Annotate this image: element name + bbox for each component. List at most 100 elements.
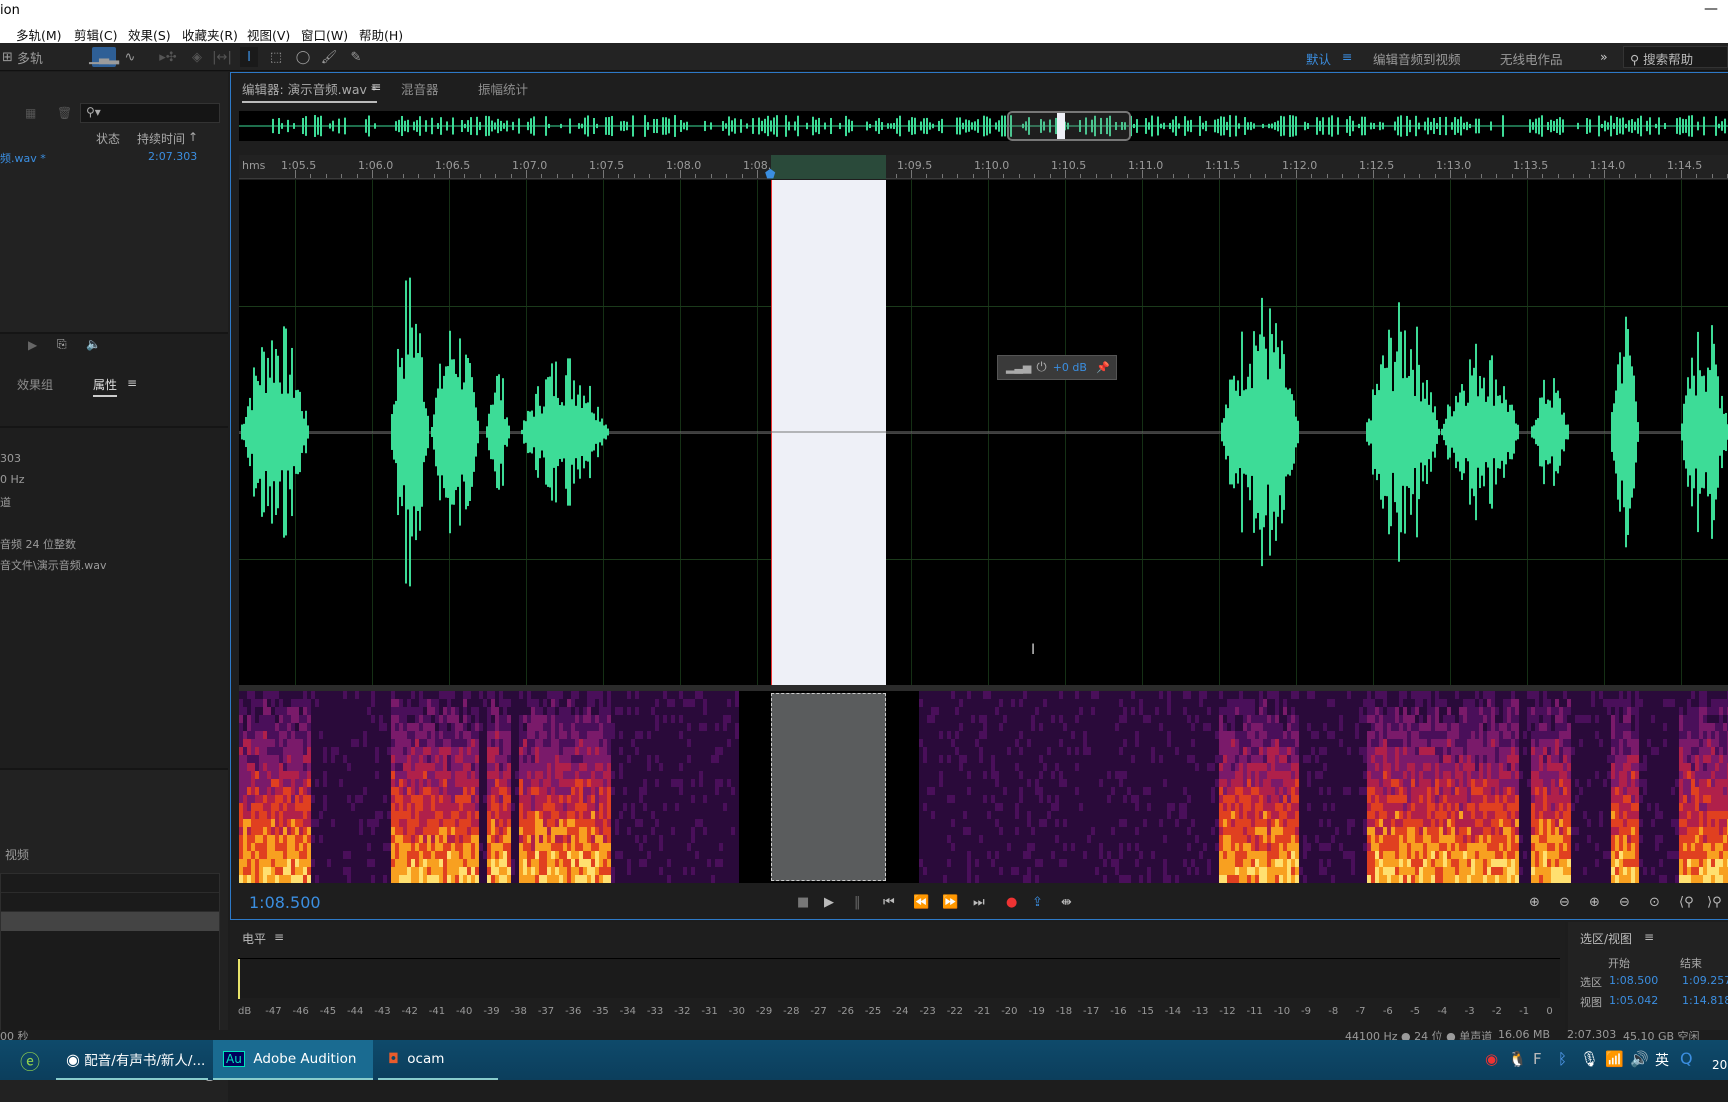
move-tool[interactable]: ▸✣	[157, 47, 179, 67]
export-icon[interactable]: ⎘	[57, 337, 67, 352]
spectrogram-cell	[651, 755, 655, 763]
spectrogram-cell	[315, 851, 319, 859]
menu-clip[interactable]: 剪辑(C)	[74, 25, 117, 44]
spectrogram-cell	[567, 739, 571, 747]
gain-knob-icon[interactable]: ⏻	[1036, 360, 1046, 375]
video-list-row[interactable]	[1, 874, 219, 893]
speaker-icon[interactable]: 🔈	[86, 337, 101, 351]
overview-viewport-handle[interactable]	[1008, 112, 1130, 140]
more-workspaces-button[interactable]: »	[1600, 49, 1608, 64]
time-ruler[interactable]: hms 1:05.51:06.01:06.51:07.01:07.51:08.0…	[239, 155, 1728, 179]
spectrogram-cell	[743, 763, 747, 771]
play-icon[interactable]: ▶	[28, 338, 37, 352]
lasso-tool[interactable]: ◯	[292, 47, 314, 67]
gain-hud[interactable]: ▂▃▅ ⏻ +0 dB 📌	[997, 355, 1117, 380]
spectrogram-cell	[287, 739, 291, 747]
gain-value[interactable]: +0 dB	[1053, 361, 1087, 374]
tab-effects-rack[interactable]: 效果组	[17, 376, 53, 393]
spectrogram-cell	[491, 739, 495, 747]
spectrogram-cell	[759, 715, 763, 723]
overview-sample	[722, 121, 724, 131]
razor-tool[interactable]: ◈	[186, 47, 208, 67]
overview-waveform[interactable]	[239, 111, 1728, 141]
tab-amplitude-statistics[interactable]: 振幅统计	[478, 79, 528, 98]
spectrogram-cell	[603, 827, 607, 835]
pin-icon[interactable]: 📌	[1096, 361, 1110, 374]
spectrogram-cell	[675, 795, 679, 803]
ruler-selection-range[interactable]	[771, 155, 886, 179]
spectrogram-cell	[395, 731, 399, 739]
menu-effects[interactable]: 效果(S)	[128, 25, 171, 44]
spectrogram-cell	[303, 699, 307, 707]
video-list-row-selected[interactable]	[1, 912, 219, 931]
files-search-input[interactable]: ⚲▾	[80, 103, 220, 123]
spectrogram-cell	[923, 739, 927, 747]
spectrogram-cell	[455, 763, 459, 771]
spectrogram-cell	[727, 835, 731, 843]
brush-tool[interactable]: 🖌	[318, 47, 340, 67]
menu-window[interactable]: 窗口(W)	[301, 25, 348, 44]
editor-tab-menu-icon[interactable]: ≡	[371, 79, 381, 94]
tab-properties[interactable]: 属性	[93, 376, 117, 397]
spectrogram-cell	[247, 723, 251, 731]
spectrogram-cell	[531, 795, 535, 803]
spectrogram-cell	[599, 811, 603, 819]
panel-menu-icon[interactable]: ≡	[127, 376, 137, 390]
spectrogram-cell	[371, 787, 375, 795]
spectrogram-cell	[395, 859, 399, 867]
spectrogram-cell	[259, 851, 263, 859]
workspace-radio-production[interactable]: 无线电作品	[1500, 49, 1563, 68]
minimize-button[interactable]: —	[1704, 1, 1718, 17]
spot-healing-tool[interactable]: ✎	[345, 47, 367, 67]
spectrogram-cell	[527, 707, 531, 715]
spectrogram-cell	[659, 723, 663, 731]
spectrogram-cell	[455, 707, 459, 715]
spectrogram-cell	[891, 731, 895, 739]
spectral-icon: ∿	[125, 50, 136, 65]
spectrogram-cell	[923, 715, 927, 723]
spectrogram-cell	[635, 707, 639, 715]
workspace-menu-icon[interactable]: ≡	[1342, 49, 1352, 64]
spectrogram-cell	[707, 795, 711, 803]
menu-view[interactable]: 视图(V)	[247, 25, 290, 44]
spectrogram-cell	[391, 843, 395, 851]
time-selection-tool[interactable]: I	[240, 47, 258, 67]
spectrogram-cell	[923, 795, 927, 803]
workspace-default[interactable]: 默认	[1306, 49, 1331, 68]
spectrogram-cell	[679, 803, 683, 811]
waveform-display[interactable]: I	[239, 180, 1728, 685]
spectral-view-button[interactable]: ∿	[118, 47, 142, 67]
file-row[interactable]: 频.wav * 2:07.303	[0, 148, 220, 166]
waveform-view-button[interactable]: ▁▃▂	[92, 47, 116, 67]
help-search-input[interactable]: ⚲ 搜索帮助	[1623, 46, 1728, 68]
workspace-edit-audio-to-video[interactable]: 编辑音频到视频	[1373, 49, 1461, 68]
import-icon[interactable]: ▦	[25, 106, 36, 120]
spectrogram-cell	[559, 779, 563, 787]
spectrogram-cell	[243, 723, 247, 731]
spectrogram-cell	[443, 763, 447, 771]
menu-multitrack[interactable]: 多轨(M)	[16, 25, 62, 44]
video-list-row[interactable]	[1, 893, 219, 912]
tab-editor[interactable]: 编辑器: 演示音频.wav *	[242, 79, 377, 103]
slip-tool[interactable]: |↔|	[211, 47, 233, 67]
trash-icon[interactable]: 🗑	[57, 106, 72, 120]
tab-mixer[interactable]: 混音器	[401, 79, 439, 98]
spectrogram-cell	[443, 731, 447, 739]
spectrogram-cell	[271, 851, 275, 859]
marquee-tool[interactable]: ⬚	[266, 47, 286, 67]
multitrack-button[interactable]: ⊞ 多轨	[0, 47, 45, 67]
spectrogram-cell	[615, 707, 619, 715]
overview-sample	[914, 118, 916, 134]
waveform-sample	[1235, 391, 1237, 474]
spectrogram-cell	[691, 691, 695, 699]
column-status[interactable]: 状态	[96, 130, 120, 147]
menu-help[interactable]: 帮助(H)	[359, 25, 403, 44]
spectrogram-cell	[379, 811, 383, 819]
spectral-display[interactable]	[239, 691, 1728, 883]
column-duration[interactable]: 持续时间	[137, 130, 185, 147]
playhead-marker[interactable]: ⬟	[765, 167, 775, 181]
spectrogram-cell	[707, 827, 711, 835]
menu-favorites[interactable]: 收藏夹(R)	[182, 25, 238, 44]
spectrogram-cell	[651, 827, 655, 835]
spectrogram-cell	[703, 843, 707, 851]
